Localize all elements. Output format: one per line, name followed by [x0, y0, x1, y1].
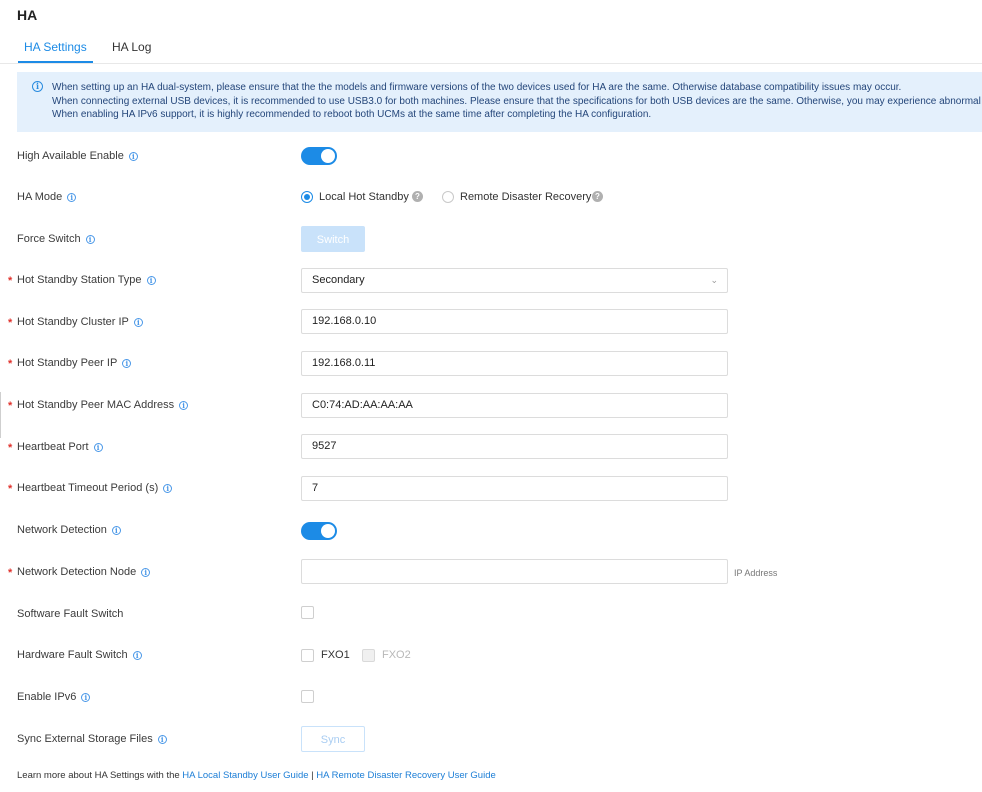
notice-line-1: When setting up an HA dual-system, pleas… — [52, 82, 902, 93]
cluster-ip-label: * Hot Standby Cluster IP i — [8, 315, 143, 329]
ha-settings-page: HA HA Settings HA Log i When setting up … — [0, 0, 982, 792]
enable-ipv6-label: Enable IPv6 i — [17, 690, 91, 704]
help-icon[interactable]: i — [128, 152, 138, 161]
help-icon[interactable]: i — [157, 735, 167, 744]
tab-ha-settings[interactable]: HA Settings — [18, 40, 93, 63]
fxo1-label[interactable]: FXO1 — [321, 648, 350, 662]
heartbeat-port-label: * Heartbeat Port i — [8, 440, 103, 454]
help-icon[interactable]: i — [163, 484, 173, 493]
fxo1-checkbox[interactable] — [301, 649, 314, 662]
radio-remote-disaster-recovery[interactable] — [442, 191, 454, 203]
radio-remote-disaster-recovery-label[interactable]: Remote Disaster Recovery — [460, 190, 591, 204]
switch-button[interactable]: Switch — [301, 226, 365, 252]
help-icon[interactable]: i — [122, 359, 132, 368]
ip-address-addon: IP Address — [734, 568, 778, 578]
enable-ipv6-checkbox[interactable] — [301, 690, 314, 703]
info-notice: i When setting up an HA dual-system, ple… — [17, 72, 982, 132]
station-type-select[interactable]: Secondary ⌄ — [301, 268, 728, 293]
help-icon[interactable]: i — [93, 443, 103, 452]
page-title: HA — [17, 7, 38, 23]
help-icon[interactable]: i — [85, 235, 95, 244]
notice-line-3: When enabling HA IPv6 support, it is hig… — [52, 109, 652, 120]
tab-ha-log[interactable]: HA Log — [112, 40, 151, 62]
network-detection-toggle[interactable] — [301, 522, 337, 540]
peer-ip-input[interactable]: 192.168.0.11 — [301, 351, 728, 376]
fxo2-label: FXO2 — [382, 649, 411, 661]
peer-mac-input[interactable]: C0:74:AD:AA:AA:AA — [301, 393, 728, 418]
question-icon[interactable]: ? — [412, 191, 423, 202]
force-switch-label: Force Switch i — [17, 232, 95, 246]
help-icon[interactable]: i — [67, 193, 77, 202]
ha-mode-label: HA Mode i — [17, 190, 77, 204]
footer-help: Learn more about HA Settings with the HA… — [17, 770, 496, 781]
remote-disaster-recovery-guide-link[interactable]: HA Remote Disaster Recovery User Guide — [316, 770, 496, 781]
software-fault-switch-label: Software Fault Switch — [17, 608, 124, 620]
toggle-knob — [321, 149, 335, 163]
radio-local-hot-standby-label[interactable]: Local Hot Standby — [319, 190, 409, 204]
hardware-fault-switch-label: Hardware Fault Switch i — [17, 648, 142, 662]
station-type-label: * Hot Standby Station Type i — [8, 273, 156, 287]
peer-ip-label: * Hot Standby Peer IP i — [8, 356, 132, 370]
help-icon[interactable]: i — [146, 276, 156, 285]
fxo2-checkbox — [362, 649, 375, 662]
high-available-enable-toggle[interactable] — [301, 147, 337, 165]
network-detection-label: Network Detection i — [17, 523, 121, 537]
local-standby-guide-link[interactable]: HA Local Standby User Guide — [182, 770, 308, 781]
network-detection-node-input[interactable] — [301, 559, 728, 584]
chevron-down-icon: ⌄ — [710, 275, 718, 285]
cluster-ip-input[interactable]: 192.168.0.10 — [301, 309, 728, 334]
help-icon[interactable]: i — [132, 651, 142, 660]
software-fault-switch-checkbox[interactable] — [301, 606, 314, 619]
sync-external-storage-label: Sync External Storage Files i — [17, 732, 167, 746]
heartbeat-timeout-label: * Heartbeat Timeout Period (s) i — [8, 481, 173, 495]
tab-bar: HA Settings HA Log — [0, 36, 982, 64]
sidebar-edge — [0, 392, 4, 438]
sync-button[interactable]: Sync — [301, 726, 365, 752]
heartbeat-port-input[interactable]: 9527 — [301, 434, 728, 459]
high-available-enable-label: High Available Enable i — [17, 149, 138, 163]
heartbeat-timeout-input[interactable]: 7 — [301, 476, 728, 501]
peer-mac-label: * Hot Standby Peer MAC Address i — [8, 398, 189, 412]
help-icon[interactable]: i — [81, 693, 91, 702]
help-icon[interactable]: i — [133, 318, 143, 327]
toggle-knob — [321, 524, 335, 538]
question-icon[interactable]: ? — [592, 191, 603, 202]
info-icon: i — [32, 81, 43, 92]
notice-line-2: When connecting external USB devices, it… — [52, 95, 982, 107]
help-icon[interactable]: i — [111, 526, 121, 535]
help-icon[interactable]: i — [179, 401, 189, 410]
radio-local-hot-standby[interactable] — [301, 191, 313, 203]
help-icon[interactable]: i — [141, 568, 151, 577]
network-detection-node-label: * Network Detection Node i — [8, 565, 151, 579]
